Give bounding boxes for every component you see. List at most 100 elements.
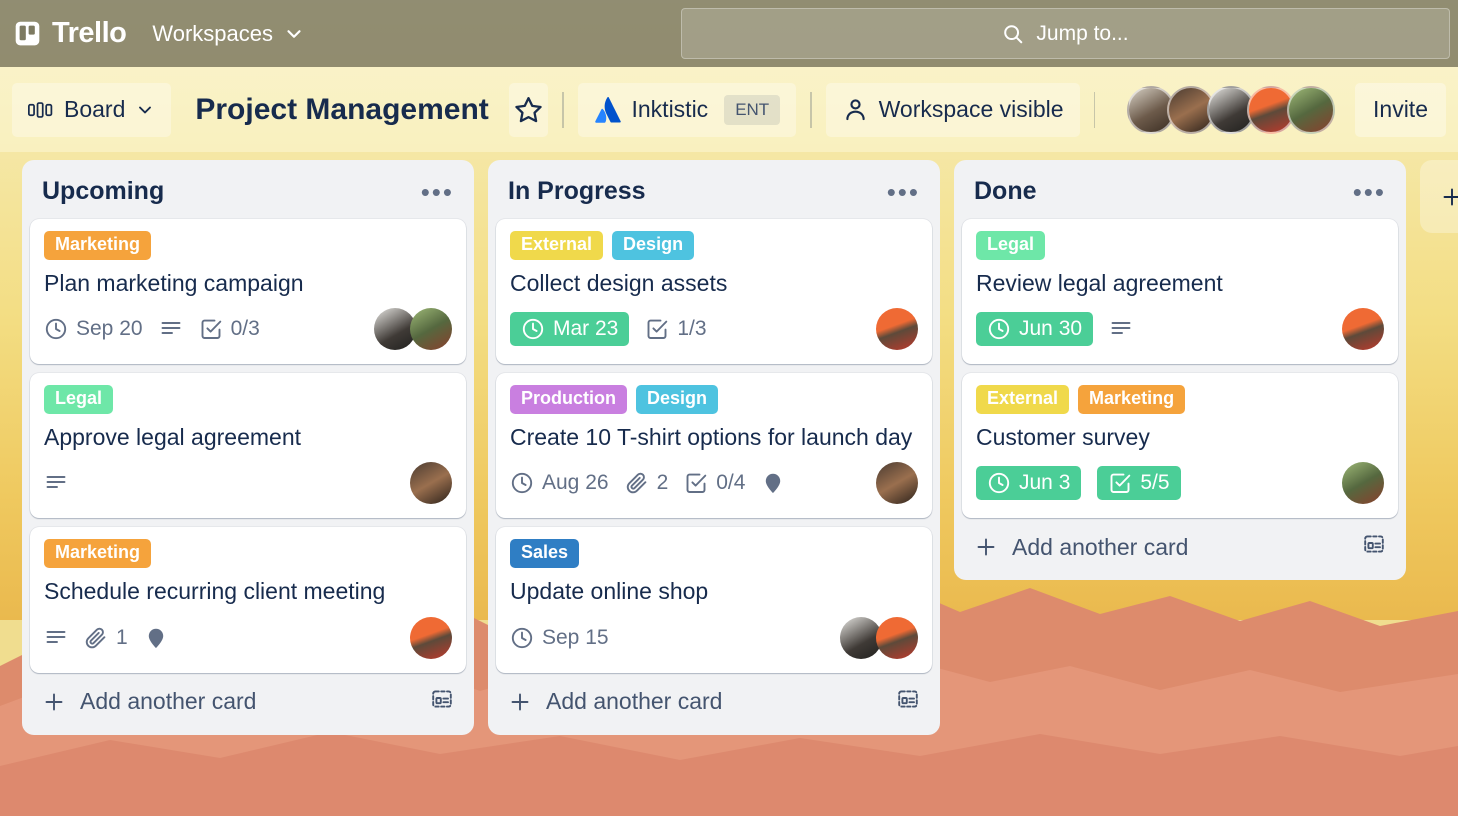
- board-card[interactable]: Marketing Schedule recurring client meet…: [30, 527, 466, 673]
- add-another-list-button[interactable]: [1420, 160, 1458, 233]
- card-badge-text: 1/3: [677, 317, 707, 341]
- card-label[interactable]: Marketing: [1078, 385, 1186, 415]
- board-visibility-button[interactable]: Workspace visible: [825, 82, 1080, 137]
- card-label[interactable]: External: [510, 231, 604, 260]
- card-members: [1342, 462, 1384, 505]
- card-labels: Marketing: [44, 231, 452, 260]
- card-badge-due[interactable]: Aug 26: [510, 471, 609, 495]
- card-badge-checklist[interactable]: 0/3: [199, 317, 260, 341]
- plus-icon: [977, 539, 995, 556]
- card-list: Marketing Plan marketing campaign Sep 20…: [30, 219, 466, 673]
- search-input[interactable]: Jump to...: [681, 8, 1450, 59]
- add-another-card-button[interactable]: Add another card: [962, 518, 1398, 572]
- avatar[interactable]: [876, 616, 918, 659]
- card-template-button[interactable]: [430, 687, 454, 717]
- avatar[interactable]: [410, 308, 452, 351]
- board-card[interactable]: Legal Review legal agreement Jun 30: [962, 219, 1398, 365]
- avatar[interactable]: [410, 616, 452, 659]
- card-badge-text: Jun 30: [1019, 317, 1083, 341]
- board-card[interactable]: External Marketing Customer survey Jun 3 5…: [962, 373, 1398, 519]
- card-label[interactable]: Marketing: [44, 539, 152, 569]
- board-list: Done ••• Legal Review legal agreement Ju…: [954, 160, 1406, 581]
- card-label[interactable]: Marketing: [44, 231, 152, 260]
- plus-icon: [1443, 188, 1458, 205]
- board-members: [1127, 85, 1336, 134]
- list-header: In Progress •••: [496, 168, 932, 219]
- list-menu-button[interactable]: •••: [421, 179, 454, 205]
- card-badge-due[interactable]: Sep 15: [510, 626, 609, 650]
- card-badge-due[interactable]: Jun 3: [976, 466, 1082, 501]
- description-icon: [46, 630, 66, 643]
- avatar[interactable]: [876, 308, 918, 351]
- card-template-button[interactable]: [1362, 532, 1386, 562]
- board-card[interactable]: Sales Update online shop Sep 15: [496, 527, 932, 673]
- board-view-switcher[interactable]: Board: [12, 82, 172, 137]
- card-badge-description[interactable]: [44, 471, 68, 495]
- card-label[interactable]: Sales: [510, 539, 580, 569]
- board-list: In Progress ••• External Design Collect d…: [488, 160, 940, 735]
- card-badge-text: Mar 23: [553, 317, 619, 341]
- board-card[interactable]: Legal Approve legal agreement: [30, 373, 466, 519]
- board-card[interactable]: Marketing Plan marketing campaign Sep 20…: [30, 219, 466, 365]
- workspace-button[interactable]: Inktistic ENT: [577, 82, 797, 137]
- card-labels: Legal: [976, 231, 1384, 260]
- add-card-left: Add another card: [508, 688, 722, 715]
- clock-icon: [45, 319, 67, 340]
- avatar[interactable]: [1287, 85, 1336, 134]
- avatar[interactable]: [1342, 462, 1384, 505]
- card-badge-attachment[interactable]: 1: [84, 626, 128, 650]
- card-badge-description[interactable]: [44, 626, 68, 650]
- list-title[interactable]: In Progress: [508, 177, 646, 206]
- avatar[interactable]: [410, 462, 452, 505]
- description-icon: [46, 476, 66, 489]
- card-badge-attachment[interactable]: 2: [625, 471, 669, 495]
- card-badge-checklist[interactable]: 0/4: [684, 471, 745, 495]
- add-another-card-button[interactable]: Add another card: [30, 673, 466, 727]
- add-another-card-button[interactable]: Add another card: [496, 673, 932, 727]
- card-badge-checklist[interactable]: 1/3: [645, 317, 707, 341]
- card-label[interactable]: Legal: [976, 231, 1046, 260]
- card-labels: Sales: [510, 539, 918, 569]
- list-menu-button[interactable]: •••: [1353, 179, 1386, 205]
- workspaces-button[interactable]: Workspaces: [152, 21, 305, 47]
- avatar[interactable]: [1342, 308, 1384, 351]
- card-badge-description[interactable]: [1109, 317, 1133, 341]
- list-menu-button[interactable]: •••: [887, 179, 920, 205]
- board-card[interactable]: Production Design Create 10 T-shirt optio…: [496, 373, 932, 519]
- clock-icon: [522, 319, 544, 340]
- card-badges: Aug 26 2 0/4: [510, 462, 918, 505]
- trello-brand[interactable]: Trello: [14, 17, 127, 50]
- checklist-icon: [201, 319, 221, 340]
- card-badge-description[interactable]: [159, 317, 183, 341]
- avatar[interactable]: [876, 462, 918, 505]
- card-badge-due[interactable]: Sep 20: [44, 317, 143, 341]
- card-badge-text: 2: [656, 471, 669, 495]
- workspace-plan-badge: ENT: [724, 94, 781, 125]
- card-members: [876, 462, 918, 505]
- card-title: Customer survey: [976, 424, 1150, 451]
- search-container: Jump to...: [681, 8, 1450, 59]
- header-divider: [1093, 91, 1096, 128]
- invite-button[interactable]: Invite: [1355, 82, 1446, 137]
- card-label[interactable]: Legal: [44, 385, 114, 415]
- star-board-button[interactable]: [508, 82, 549, 137]
- card-label[interactable]: Design: [612, 231, 695, 260]
- list-title[interactable]: Upcoming: [42, 177, 164, 206]
- card-badge-location[interactable]: [761, 471, 785, 495]
- location-pin-icon: [766, 474, 781, 494]
- card-members: [1342, 308, 1384, 351]
- plus-icon: [511, 693, 529, 711]
- card-badge-due[interactable]: Mar 23: [510, 312, 630, 347]
- card-label[interactable]: Design: [636, 385, 719, 415]
- card-label[interactable]: Production: [510, 385, 627, 415]
- card-badge-checklist[interactable]: 5/5: [1097, 466, 1181, 501]
- card-badge-due[interactable]: Jun 30: [976, 312, 1094, 347]
- card-badge-location[interactable]: [144, 626, 168, 650]
- card-template-button[interactable]: [896, 687, 920, 717]
- checklist-icon: [1110, 474, 1131, 494]
- add-card-left: Add another card: [974, 534, 1188, 561]
- card-label[interactable]: External: [976, 385, 1070, 415]
- list-title[interactable]: Done: [974, 177, 1037, 206]
- search-icon: [1004, 24, 1023, 43]
- board-card[interactable]: External Design Collect design assets Mar…: [496, 219, 932, 365]
